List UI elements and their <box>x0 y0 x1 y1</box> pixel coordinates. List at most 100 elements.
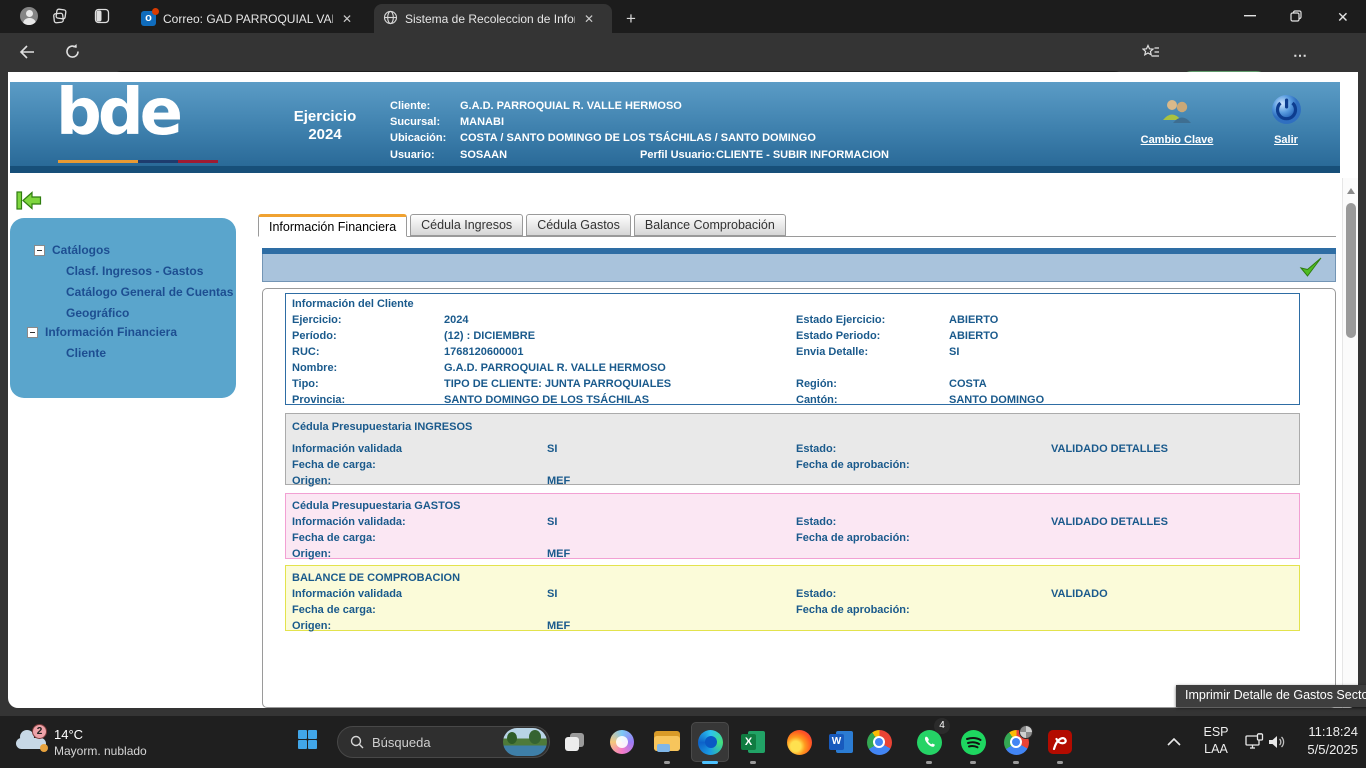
minimize-icon[interactable] <box>1244 15 1256 17</box>
field-value: TIPO DE CLIENTE: JUNTA PARROQUIALES <box>444 378 671 390</box>
close-tab-icon[interactable]: ✕ <box>342 12 352 26</box>
collapse-icon[interactable] <box>34 245 45 256</box>
favorites-bar-icon[interactable] <box>1142 44 1160 60</box>
field-label: Fecha de carga: <box>292 532 376 544</box>
search-placeholder: Búsqueda <box>372 735 431 750</box>
field-value: ABIERTO <box>949 330 998 342</box>
tab-actions-icon[interactable] <box>94 8 110 24</box>
clock-time: 11:18:24 <box>1288 723 1358 741</box>
chrome-button[interactable] <box>860 722 898 762</box>
collapse-icon[interactable] <box>27 327 38 338</box>
workspaces-icon[interactable] <box>52 8 69 25</box>
running-indicator-edge <box>702 761 718 764</box>
language-indicator[interactable]: ESP LAA <box>1198 724 1234 758</box>
field-value: VALIDADO DETALLES <box>1051 443 1168 455</box>
profile-avatar[interactable] <box>20 7 38 25</box>
cliente-value: G.A.D. PARROQUIAL R. VALLE HERMOSO <box>460 100 682 112</box>
tray-chevron-button[interactable] <box>1155 722 1193 762</box>
sidebar-item-geografico[interactable]: Geográfico <box>66 306 129 320</box>
close-tab-icon[interactable]: ✕ <box>584 12 594 26</box>
scroll-up-icon[interactable] <box>1347 188 1355 194</box>
sidebar-item-informacion-financiera[interactable]: Información Financiera <box>45 325 177 339</box>
tab-informacion-financiera[interactable]: Información Financiera <box>258 214 407 237</box>
tab-title: Correo: GAD PARROQUIAL VALLE <box>163 12 333 26</box>
field-value: SI <box>547 516 557 528</box>
field-label: Origen: <box>292 548 331 560</box>
acrobat-button[interactable] <box>1041 722 1079 762</box>
task-view-button[interactable] <box>556 722 594 762</box>
sidebar-item-catalogo-general-cuentas[interactable]: Catálogo General de Cuentas <box>66 285 233 299</box>
field-value: 1768120600001 <box>444 346 524 358</box>
weather-temp: 14°C <box>54 727 83 742</box>
task-view-icon <box>564 731 586 753</box>
sidebar-item-clasf-ingresos-gastos[interactable]: Clasf. Ingresos - Gastos <box>66 264 203 278</box>
sidebar-item-catalogos[interactable]: Catálogos <box>52 243 110 257</box>
refresh-icon[interactable] <box>64 43 81 60</box>
excel-icon: X <box>741 731 765 753</box>
perfil-value: CLIENTE - SUBIR INFORMACION <box>716 149 889 161</box>
tab-cedula-ingresos[interactable]: Cédula Ingresos <box>410 214 523 236</box>
whatsapp-button[interactable]: 4 <box>910 722 948 762</box>
balance-panel: BALANCE DE COMPROBACION Información vali… <box>285 565 1300 631</box>
page-scrollbar[interactable] <box>1342 178 1358 708</box>
clock[interactable]: 11:18:24 5/5/2025 <box>1288 723 1358 759</box>
spotify-icon <box>961 730 986 755</box>
usuario-value: SOSAAN <box>460 149 507 161</box>
field-label: Fecha de aprobación: <box>796 459 910 471</box>
edge-button[interactable] <box>691 722 729 762</box>
new-tab-icon[interactable]: + <box>626 9 636 29</box>
field-label: Estado: <box>796 516 836 528</box>
start-button[interactable] <box>288 722 326 762</box>
file-explorer-button[interactable] <box>648 722 686 762</box>
field-value: SI <box>949 346 959 358</box>
avatar-body-icon <box>23 18 36 25</box>
copilot-taskbar-icon <box>610 730 634 754</box>
tab-balance-comprobacion[interactable]: Balance Comprobación <box>634 214 786 236</box>
field-label: Envia Detalle: <box>796 346 868 358</box>
scrollbar-thumb[interactable] <box>1346 203 1356 338</box>
browser-tab-sistema[interactable]: Sistema de Recoleccion de Inform ✕ <box>374 4 612 33</box>
field-label: Fecha de carga: <box>292 459 376 471</box>
close-window-icon[interactable]: ✕ <box>1337 9 1349 26</box>
cambio-clave-block[interactable]: Cambio Clave <box>1117 98 1237 146</box>
firefox-icon <box>787 730 812 755</box>
word-icon: W <box>829 731 853 753</box>
restore-icon[interactable] <box>1290 10 1302 22</box>
field-value: VALIDADO <box>1051 588 1108 600</box>
field-value: SI <box>547 588 557 600</box>
weather-widget[interactable]: 2 14°C Mayorm. nublado <box>10 722 170 762</box>
edge-icon <box>698 730 723 755</box>
panel-title: Cédula Presupuestaria INGRESOS <box>292 421 472 433</box>
sucursal-value: MANABI <box>460 116 504 128</box>
tab-cedula-gastos[interactable]: Cédula Gastos <box>526 214 631 236</box>
salir-link: Salir <box>1274 134 1298 146</box>
perfil-label: Perfil Usuario: <box>640 149 715 161</box>
back-arrow-icon[interactable] <box>16 190 42 216</box>
back-icon[interactable] <box>18 44 36 60</box>
avatar-head-icon <box>26 10 33 17</box>
field-value: COSTA <box>949 378 987 390</box>
browser-tab-outlook[interactable]: o Correo: GAD PARROQUIAL VALLE ✕ <box>132 4 368 33</box>
field-label: Nombre: <box>292 362 337 374</box>
sidebar-item-cliente[interactable]: Cliente <box>66 346 106 360</box>
validate-check-icon[interactable] <box>1299 256 1323 283</box>
field-label: Información validada: <box>292 516 406 528</box>
cambio-clave-link: Cambio Clave <box>1141 134 1214 146</box>
logo-underline-orange <box>58 160 138 163</box>
lang-line2: LAA <box>1198 741 1234 758</box>
profile-overlay-avatar <box>1019 725 1033 739</box>
start-icon <box>298 730 317 754</box>
search-highlight-image <box>503 728 547 756</box>
chrome-profile-button[interactable] <box>997 722 1035 762</box>
salir-block[interactable]: Salir <box>1248 93 1324 146</box>
word-button[interactable]: W <box>822 722 860 762</box>
excel-button[interactable]: X <box>734 722 772 762</box>
field-label: Estado Periodo: <box>796 330 880 342</box>
firefox-button[interactable] <box>780 722 818 762</box>
search-box[interactable]: Búsqueda <box>337 726 550 758</box>
field-value: SANTO DOMINGO <box>949 394 1044 406</box>
more-menu-icon[interactable]: ⋯ <box>1293 47 1309 64</box>
ejercicio-block: Ejercicio 2024 <box>265 108 385 144</box>
spotify-button[interactable] <box>954 722 992 762</box>
copilot-taskbar-button[interactable] <box>603 722 641 762</box>
